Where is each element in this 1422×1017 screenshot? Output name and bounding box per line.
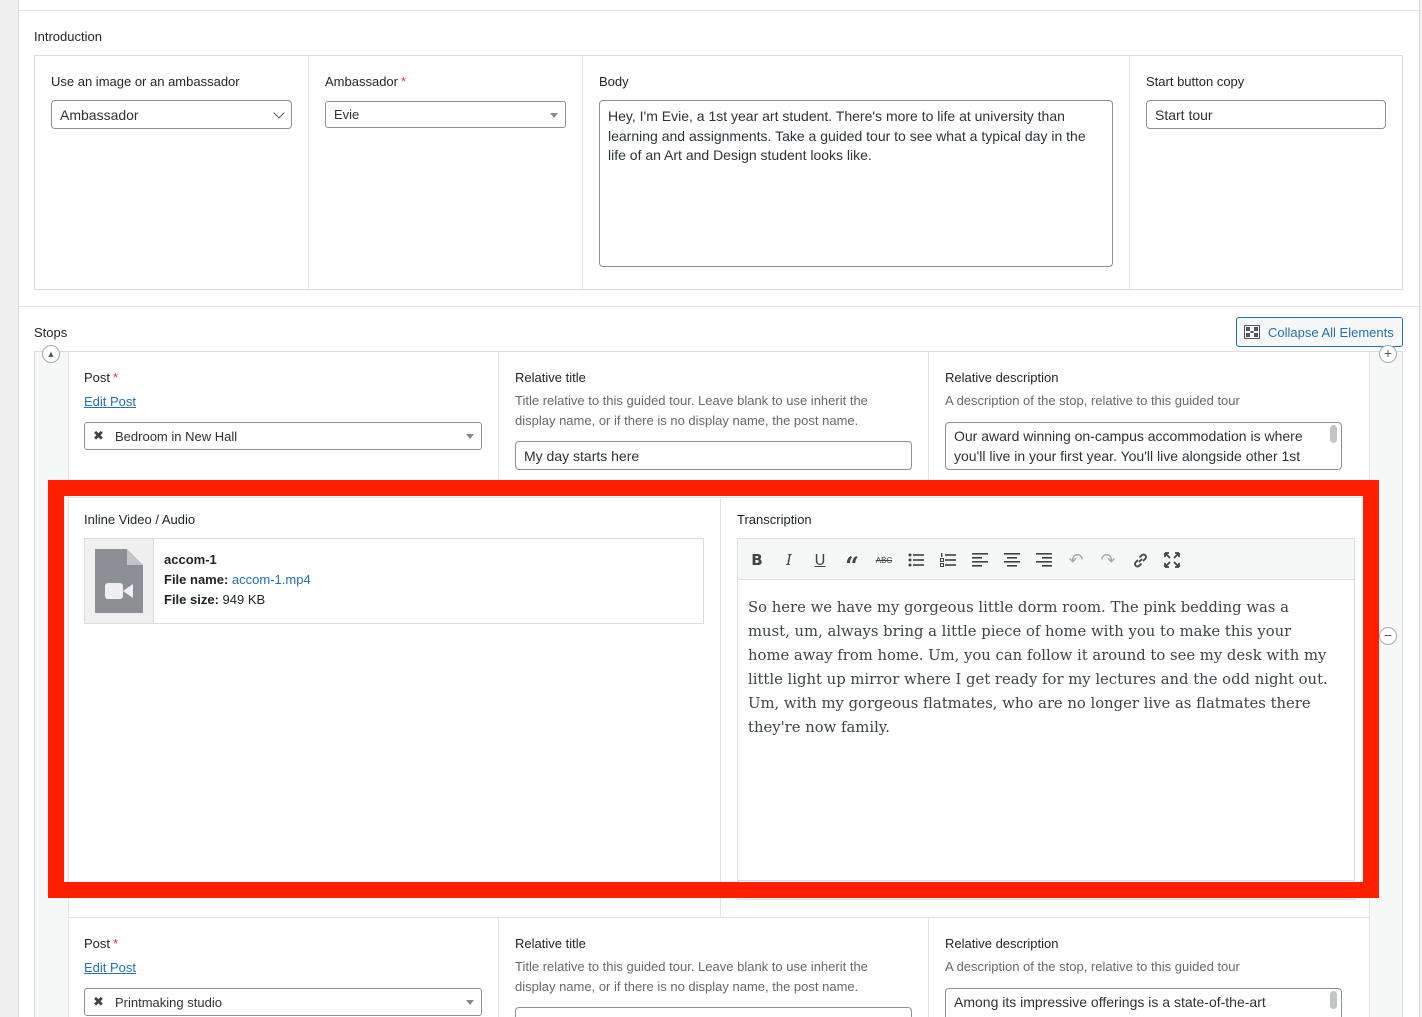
move-up-icon[interactable]: ▲	[42, 345, 60, 363]
body-textarea[interactable]: Hey, I'm Evie, a 1st year art student. T…	[599, 100, 1113, 267]
chevron-down-icon	[273, 106, 285, 119]
post-type-icon: ✖	[93, 994, 104, 1009]
relative-title-input[interactable]	[515, 1007, 912, 1017]
dropdown-arrow-icon	[550, 112, 558, 118]
post-label: Post *	[84, 370, 118, 385]
start-button-input[interactable]: Start tour	[1146, 100, 1386, 129]
divider	[1129, 56, 1130, 289]
introduction-label: Introduction	[34, 29, 102, 44]
image-or-ambassador-select[interactable]: Ambassador	[51, 100, 292, 129]
collapse-all-button[interactable]: Collapse All Elements	[1236, 317, 1403, 347]
relative-description-help: A description of the stop, relative to t…	[945, 393, 1240, 408]
stops-label: Stops	[34, 325, 68, 340]
add-row-icon[interactable]: +	[1379, 345, 1397, 363]
divider	[928, 352, 929, 480]
image-or-ambassador-label: Use an image or an ambassador	[51, 74, 240, 89]
post-select[interactable]: ✖ Bedroom in New Hall	[84, 422, 482, 450]
relative-description-label: Relative description	[945, 936, 1059, 951]
scrollbar[interactable]	[1330, 425, 1337, 443]
body-label: Body	[599, 74, 629, 89]
row-divider	[69, 917, 1369, 918]
required-marker: *	[400, 74, 407, 89]
dropdown-arrow-icon	[466, 1000, 474, 1005]
dropdown-arrow-icon	[466, 434, 474, 439]
post-type-icon: ✖	[93, 428, 104, 443]
scrollbar[interactable]	[1330, 991, 1337, 1009]
relative-title-help: Title relative to this guided tour. Leav…	[515, 393, 868, 428]
start-button-label: Start button copy	[1146, 74, 1245, 89]
relative-title-input[interactable]: My day starts here	[515, 441, 912, 470]
highlight-frame	[48, 480, 1379, 898]
select-value: Bedroom in New Hall	[115, 428, 238, 444]
label-text: Post	[84, 936, 111, 951]
divider	[582, 56, 583, 289]
divider	[498, 918, 499, 1017]
required-marker: *	[113, 936, 119, 951]
label-text: Post	[84, 370, 111, 385]
select-value: Ambassador	[60, 106, 139, 123]
edit-post-link[interactable]: Edit Post	[84, 960, 136, 975]
remove-row-icon[interactable]: −	[1379, 627, 1397, 645]
collapse-icon	[1244, 325, 1260, 339]
top-divider	[19, 10, 1419, 11]
post-select[interactable]: ✖ Printmaking studio	[84, 988, 482, 1016]
collapse-all-label: Collapse All Elements	[1268, 324, 1394, 340]
label-text: Ambassador	[325, 74, 398, 89]
section-divider	[19, 306, 1419, 307]
select-value: Printmaking studio	[115, 994, 222, 1010]
ambassador-label: Ambassador *	[325, 74, 406, 89]
ambassador-select[interactable]: Evie	[325, 101, 566, 128]
edit-post-link[interactable]: Edit Post	[84, 394, 136, 409]
relative-description-label: Relative description	[945, 370, 1059, 385]
relative-description-textarea[interactable]: Among its impressive offerings is a stat…	[945, 988, 1342, 1017]
relative-description-help: A description of the stop, relative to t…	[945, 959, 1240, 974]
post-label: Post *	[84, 936, 118, 951]
relative-description-textarea[interactable]: Our award winning on-campus accommodatio…	[945, 422, 1342, 470]
divider	[308, 56, 309, 289]
relative-title-label: Relative title	[515, 370, 586, 385]
relative-title-help: Title relative to this guided tour. Leav…	[515, 959, 868, 994]
required-marker: *	[113, 370, 119, 385]
relative-title-label: Relative title	[515, 936, 586, 951]
divider	[928, 918, 929, 1017]
divider	[498, 352, 499, 480]
select-value: Evie	[334, 107, 360, 122]
